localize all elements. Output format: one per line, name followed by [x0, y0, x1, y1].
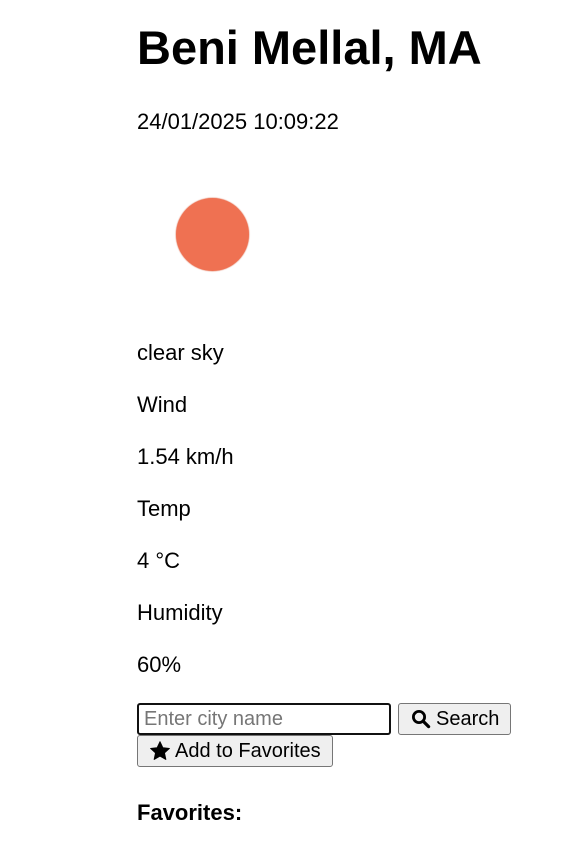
city-title: Beni Mellal, MA [137, 21, 482, 74]
favorites-heading: Favorites: [137, 800, 243, 825]
weather-description: clear sky [137, 340, 224, 365]
sun-icon [176, 198, 249, 271]
add-to-favorites-label: Add to Favorites [175, 739, 321, 762]
search-button-label: Search [436, 707, 500, 730]
temp-value: 4 °C [137, 548, 181, 573]
city-search-input[interactable] [137, 703, 391, 735]
add-to-favorites-button[interactable]: Add to Favorites [137, 735, 333, 767]
temp-label: Temp [137, 496, 191, 521]
star-icon [149, 740, 171, 762]
wind-value: 1.54 km/h [137, 444, 234, 469]
humidity-label: Humidity [137, 600, 223, 625]
search-icon [410, 708, 432, 730]
wind-label: Wind [137, 392, 188, 417]
search-button[interactable]: Search [398, 703, 511, 735]
date-time: 24/01/2025 10:09:22 [137, 109, 339, 134]
humidity-value: 60% [137, 652, 182, 677]
